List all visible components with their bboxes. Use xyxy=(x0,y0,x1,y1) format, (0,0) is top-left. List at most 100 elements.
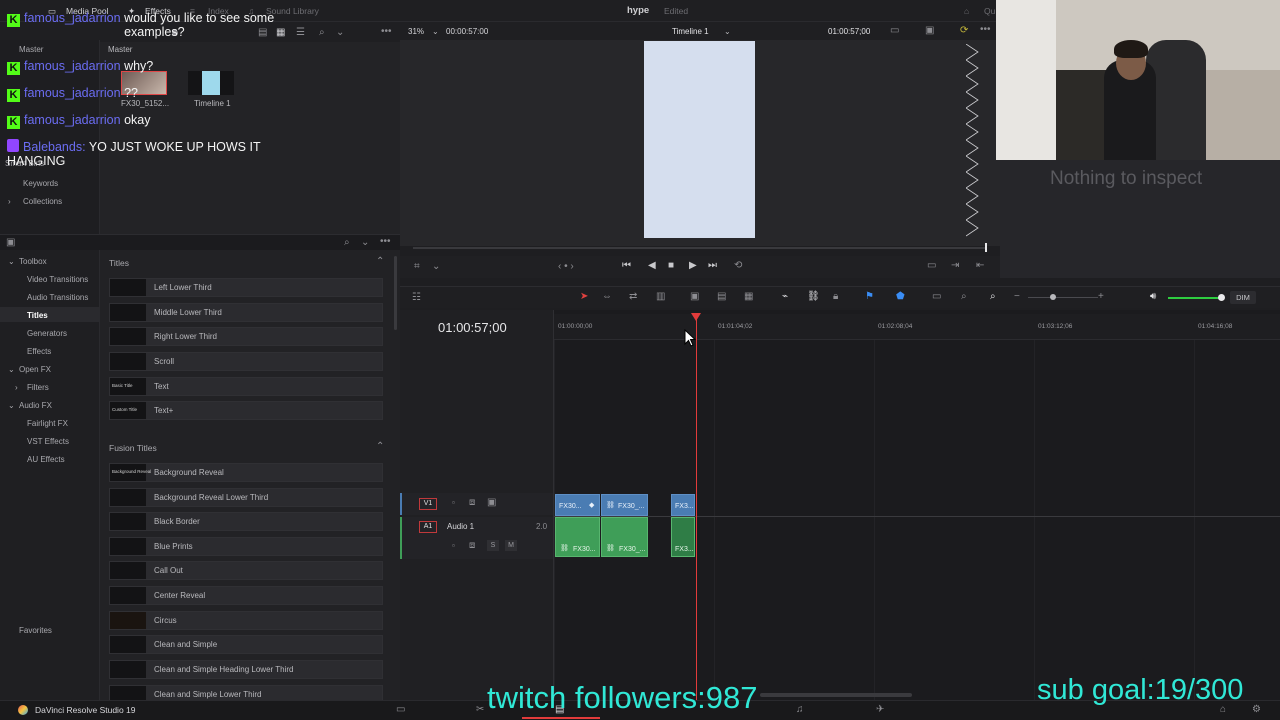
solo-button[interactable]: S xyxy=(487,540,499,551)
auto-select-icon[interactable]: ⧈ xyxy=(469,497,475,508)
chevron-down-icon[interactable]: ⌄ xyxy=(8,401,15,410)
playhead[interactable] xyxy=(696,316,697,700)
match-frame-icon[interactable]: ▭ xyxy=(927,260,936,271)
sidebar-item-toolbox[interactable]: Toolbox xyxy=(19,257,47,266)
marker-icon[interactable]: ⬟ xyxy=(896,291,905,302)
selection-tool-icon[interactable]: ➤ xyxy=(580,291,588,302)
video-clip[interactable]: ⛓ FX30_... xyxy=(601,494,648,516)
zoom-slider[interactable] xyxy=(1028,297,1098,298)
reverse-play-icon[interactable]: ◀ xyxy=(648,260,656,271)
crop-icon[interactable]: ⌗ xyxy=(414,261,420,272)
timeline-scrollbar[interactable] xyxy=(760,693,912,697)
title-item[interactable]: Middle Lower Third xyxy=(109,303,383,322)
dynamic-trim-icon[interactable]: ⇄ xyxy=(629,291,637,302)
fusion-title-item[interactable]: Circus xyxy=(109,611,383,630)
master-bin[interactable]: Master xyxy=(19,45,43,54)
linked-selection-icon[interactable]: ⛓ xyxy=(807,291,820,302)
lock-icon[interactable]: ▫ xyxy=(452,498,455,507)
sidebar-item-open-fx[interactable]: Open FX xyxy=(19,365,51,374)
title-item[interactable]: Right Lower Third xyxy=(109,327,383,346)
volume-slider-handle[interactable] xyxy=(1218,294,1225,301)
favorites-heading[interactable]: Favorites xyxy=(19,626,52,635)
sidebar-item-au-effects[interactable]: AU Effects xyxy=(27,455,65,464)
zoom-slider-handle[interactable] xyxy=(1050,294,1056,300)
zoom-custom-icon[interactable]: ⌕ xyxy=(990,291,996,302)
sidebar-item-audio-transitions[interactable]: Audio Transitions xyxy=(27,293,88,302)
title-item[interactable]: Left Lower Third xyxy=(109,278,383,297)
fusion-title-item[interactable]: Background Reveal Lower Third xyxy=(109,488,383,507)
dim-button[interactable]: DIM xyxy=(1230,291,1256,304)
sidebar-item-filters[interactable]: Filters xyxy=(27,383,49,392)
fusion-title-item[interactable]: Clean and Simple Heading Lower Third xyxy=(109,660,383,679)
effects-scrollbar[interactable] xyxy=(394,256,397,330)
chevron-down-icon[interactable]: ⌄ xyxy=(8,257,15,266)
zoom-out-icon[interactable]: − xyxy=(1014,291,1020,302)
deliver-page-icon[interactable]: ✈ xyxy=(876,704,884,715)
v1-track-label[interactable]: V1 xyxy=(419,498,437,510)
sidebar-item-generators[interactable]: Generators xyxy=(27,329,67,338)
title-item[interactable]: Scroll xyxy=(109,352,383,371)
sidebar-item-titles[interactable]: Titles xyxy=(27,311,48,320)
fusion-title-item[interactable]: Blue Prints xyxy=(109,537,383,556)
lock-icon[interactable]: ▫ xyxy=(452,541,455,550)
chevron-down-icon[interactable]: ⌄ xyxy=(432,261,440,272)
title-item[interactable]: Custom Title Text+ xyxy=(109,401,383,420)
zoom-in-icon[interactable]: + xyxy=(1098,291,1104,302)
viewer-scrub-bar[interactable] xyxy=(413,247,987,249)
skip-start-icon[interactable]: ⏮ xyxy=(622,260,631,271)
more-options-icon[interactable]: ••• xyxy=(381,26,392,37)
timeline-area[interactable] xyxy=(554,310,1280,700)
audio-clip[interactable]: ⛓ FX30... xyxy=(555,517,600,557)
trim-tool-icon[interactable]: ⇔ xyxy=(602,291,612,302)
title-item[interactable]: Basic Title Text xyxy=(109,377,383,396)
fusion-title-item[interactable]: Clean and Simple xyxy=(109,635,383,654)
monitor-icon[interactable]: ▣ xyxy=(487,497,496,508)
media-page-icon[interactable]: ▭ xyxy=(396,704,405,715)
loop-icon[interactable]: ⟳ xyxy=(960,25,968,36)
viewer-timeline-name[interactable]: Timeline 1 xyxy=(672,27,709,36)
timeline-thumbnail[interactable] xyxy=(188,71,234,95)
sidebar-item-vst-effects[interactable]: VST Effects xyxy=(27,437,69,446)
scrub-marker[interactable] xyxy=(985,243,987,252)
sidebar-item-video-transitions[interactable]: Video Transitions xyxy=(27,275,88,284)
chevron-down-icon[interactable]: ⌄ xyxy=(724,27,731,36)
audio-track-name[interactable]: Audio 1 xyxy=(447,522,474,531)
more-options-icon[interactable]: ••• xyxy=(980,24,991,35)
play-icon[interactable]: ▶ xyxy=(689,260,697,271)
timeline-ruler[interactable]: 01:00:00;00 01:01:04;02 01:02:08;04 01:0… xyxy=(554,314,1280,700)
settings-icon[interactable]: ⚙ xyxy=(1252,704,1261,715)
jog-icon[interactable]: ‹ • › xyxy=(558,261,574,272)
mute-button[interactable]: M xyxy=(505,540,517,551)
chevron-up-icon[interactable]: ⌃ xyxy=(376,256,384,267)
volume-slider[interactable] xyxy=(1168,297,1220,299)
fusion-title-item[interactable]: Background Reveal Background Reveal xyxy=(109,463,383,482)
chevron-down-icon[interactable]: ⌄ xyxy=(336,27,344,38)
volume-icon[interactable]: 🔊︎ xyxy=(1150,291,1156,302)
fusion-title-item[interactable]: Call Out xyxy=(109,561,383,580)
lock-icon[interactable]: 🔒︎ xyxy=(833,291,838,302)
viewer-frame[interactable] xyxy=(644,41,755,238)
fusion-title-item[interactable]: Center Reveal xyxy=(109,586,383,605)
sidebar-item-fairlight-fx[interactable]: Fairlight FX xyxy=(27,419,68,428)
video-clip[interactable]: FX30... ◆ xyxy=(555,494,600,516)
chevron-up-icon[interactable]: ⌃ xyxy=(376,441,384,452)
sidebar-toggle-icon[interactable]: ▣ xyxy=(6,237,15,248)
fusion-title-item[interactable]: Black Border xyxy=(109,512,383,531)
fusion-title-item[interactable]: Clean and Simple Lower Third xyxy=(109,685,383,700)
audio-clip[interactable]: FX3... xyxy=(671,517,695,557)
auto-select-icon[interactable]: ⧈ xyxy=(469,540,475,551)
skip-end-icon[interactable]: ⏭ xyxy=(708,260,717,271)
replace-clip-icon[interactable]: ▦ xyxy=(744,291,753,302)
sidebar-item-audio-fx[interactable]: Audio FX xyxy=(19,401,52,410)
chevron-right-icon[interactable]: › xyxy=(8,197,11,206)
chevron-down-icon[interactable]: ⌄ xyxy=(432,27,439,36)
blade-tool-icon[interactable]: ▥ xyxy=(656,291,665,302)
chevron-right-icon[interactable]: › xyxy=(15,383,18,392)
insert-clip-icon[interactable]: ▣ xyxy=(690,291,699,302)
overwrite-clip-icon[interactable]: ▤ xyxy=(717,291,726,302)
video-clip[interactable]: FX3... xyxy=(671,494,695,516)
chevron-down-icon[interactable]: ⌄ xyxy=(8,365,15,374)
snapping-icon[interactable]: ⌁ xyxy=(782,291,788,302)
flag-icon[interactable]: ⚑ xyxy=(865,291,874,302)
cut-page-icon[interactable]: ✂ xyxy=(476,704,484,715)
